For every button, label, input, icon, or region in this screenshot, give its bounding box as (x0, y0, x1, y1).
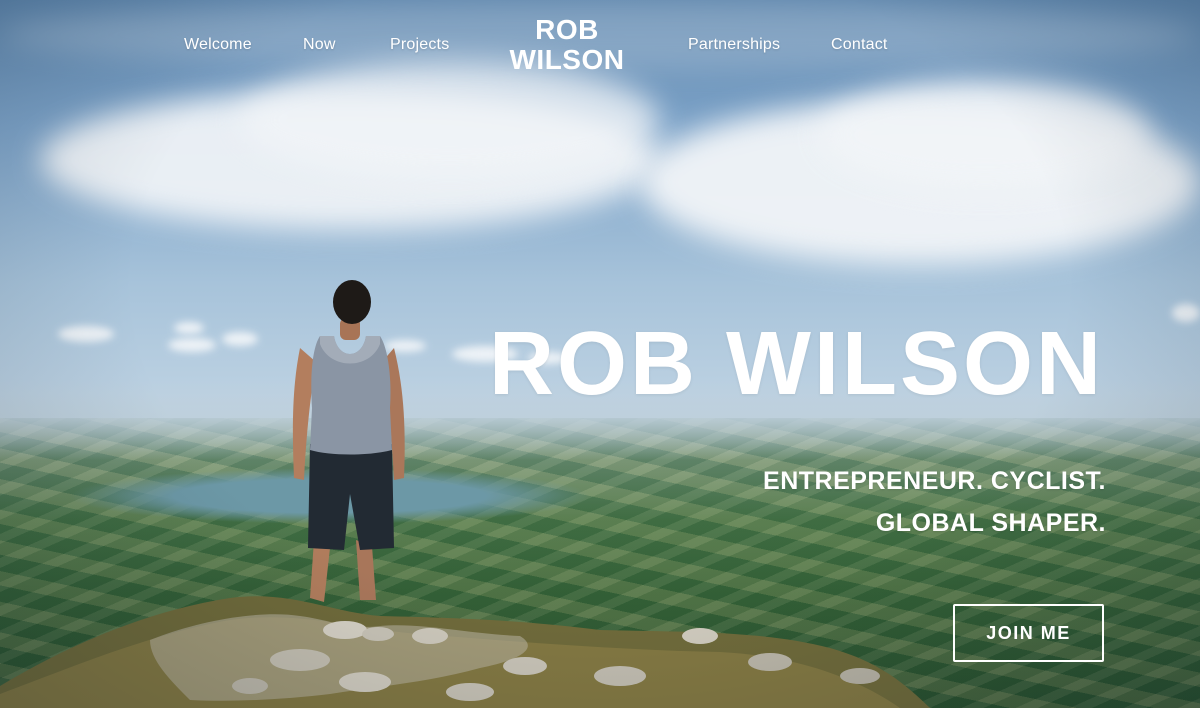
hero-tagline: ENTREPRENEUR. CYCLIST. GLOBAL SHAPER. (763, 460, 1106, 544)
nav-link-contact[interactable]: Contact (831, 36, 888, 54)
brand-line-last: WILSON (509, 44, 625, 75)
nav-link-now[interactable]: Now (303, 36, 336, 54)
brand-logo[interactable]: ROB WILSON (496, 15, 638, 75)
nav-link-partnerships[interactable]: Partnerships (688, 36, 780, 54)
tagline-line-2: GLOBAL SHAPER. (875, 509, 1106, 537)
nav-link-projects[interactable]: Projects (390, 36, 449, 54)
brand-line-first: ROB (535, 14, 599, 45)
join-me-button[interactable]: JOIN ME (953, 604, 1104, 662)
nav-link-welcome[interactable]: Welcome (184, 36, 252, 54)
top-navigation: Welcome Now Projects ROB WILSON Partners… (0, 0, 1200, 100)
tagline-line-1: ENTREPRENEUR. CYCLIST. (763, 467, 1106, 495)
hero-title: ROB WILSON (489, 314, 1104, 414)
